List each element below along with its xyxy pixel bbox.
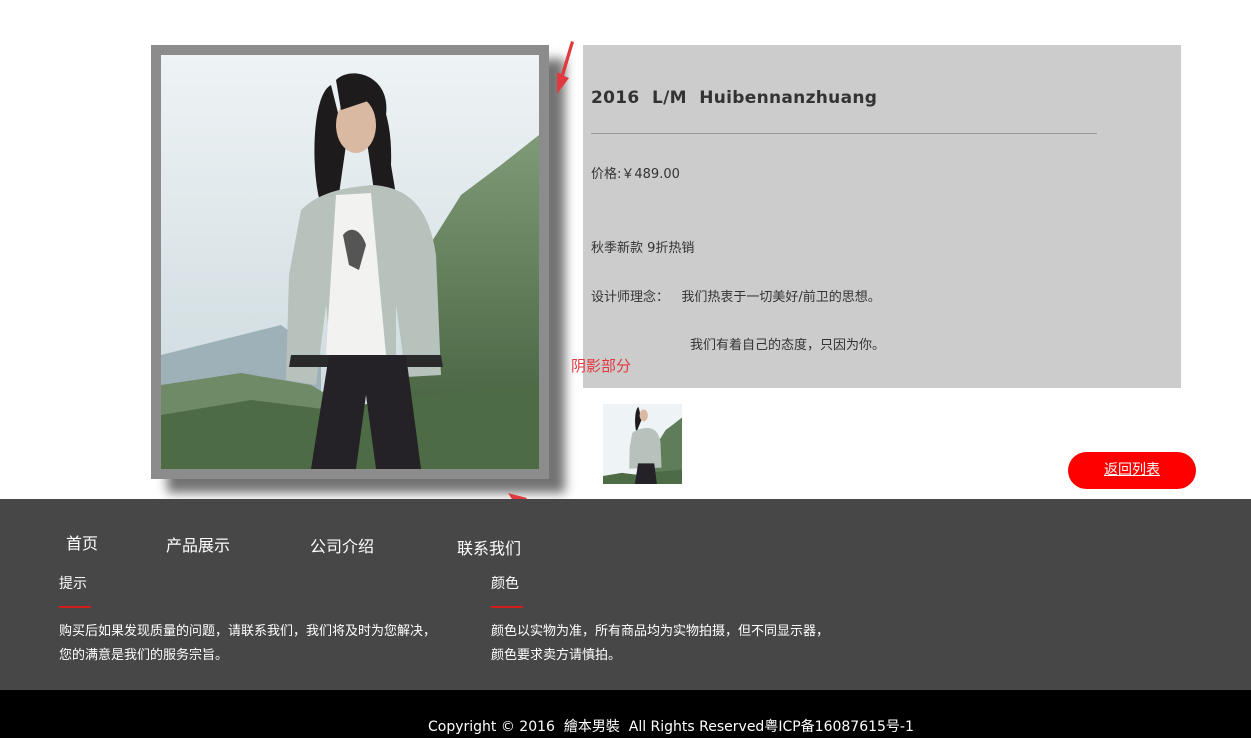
- back-to-list-button[interactable]: 返回列表: [1068, 452, 1196, 489]
- product-thumbnail-illustration: [603, 404, 682, 484]
- footer-tips-text: 购买后如果发现质量的问题，请联系我们，我们将及时为您解决， 您的满意是我们的服务…: [59, 624, 437, 663]
- nav-about[interactable]: 公司介绍: [310, 533, 374, 557]
- product-thumbnail[interactable]: [603, 404, 682, 484]
- product-promo: 秋季新款 9折热销: [591, 241, 695, 256]
- footer-color-rule: [491, 606, 523, 608]
- copyright-bar: Copyright © 2016 繪本男裝 All Rights Reserve…: [0, 690, 1251, 738]
- title-divider: [591, 133, 1097, 134]
- footer-color-section: 颜色 颜色以实物为准，所有商品均为实物拍摄，但不同显示器， 颜色要求卖方请慎拍。: [491, 573, 911, 668]
- arrow-annotation-icon: [557, 41, 574, 94]
- nav-home[interactable]: 首页: [66, 530, 98, 554]
- designer-concept: 设计师理念： 我们热衷于一切美好/前卫的思想。: [591, 290, 881, 305]
- footer-tips-heading: 提示: [59, 576, 87, 592]
- product-detail-page: 2016 L/M Huibennanzhuang 价格:￥489.00 秋季新款…: [0, 0, 1251, 738]
- designer-concept-continued: 我们有着自己的态度，只因为你。: [690, 338, 886, 353]
- footer-tips-rule: [59, 606, 91, 608]
- product-info-panel: 2016 L/M Huibennanzhuang 价格:￥489.00 秋季新款…: [583, 45, 1181, 388]
- footer-tips-section: 提示 购买后如果发现质量的问题，请联系我们，我们将及时为您解决， 您的满意是我们…: [59, 573, 479, 668]
- nav-contact[interactable]: 联系我们: [457, 535, 521, 559]
- product-photo[interactable]: [161, 55, 539, 469]
- footer-color-text: 颜色以实物为准，所有商品均为实物拍摄，但不同显示器， 颜色要求卖方请慎拍。: [491, 624, 830, 663]
- footer-color-heading: 颜色: [491, 576, 519, 592]
- nav-products[interactable]: 产品展示: [166, 532, 230, 556]
- product-title: 2016 L/M Huibennanzhuang: [591, 88, 878, 108]
- site-footer: 首页 产品展示 公司介绍 联系我们 提示 购买后如果发现质量的问题，请联系我们，…: [0, 499, 1251, 690]
- product-photo-illustration: [161, 55, 539, 469]
- shadow-annotation-label: 阴影部分: [571, 357, 632, 375]
- copyright-text: Copyright © 2016 繪本男裝 All Rights Reserve…: [428, 719, 914, 735]
- product-photo-frame: [151, 45, 549, 479]
- product-price: 价格:￥489.00: [591, 167, 680, 182]
